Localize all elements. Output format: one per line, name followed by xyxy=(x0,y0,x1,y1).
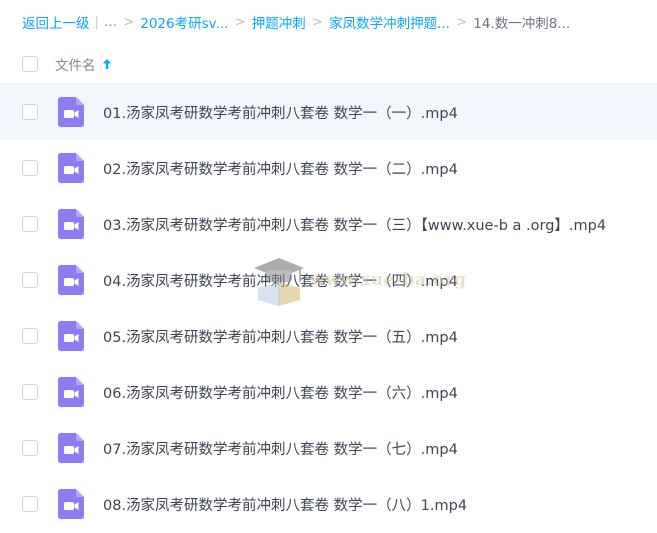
video-file-icon xyxy=(58,489,84,519)
breadcrumb-separator: > xyxy=(455,14,468,30)
row-checkbox[interactable] xyxy=(22,496,38,512)
file-name[interactable]: 07.汤家凤考研数学考前冲刺八套卷 数学一（七）.mp4 xyxy=(103,438,458,459)
breadcrumb-separator: > xyxy=(122,14,135,30)
name-column-header[interactable]: 文件名 xyxy=(55,54,112,74)
row-checkbox[interactable] xyxy=(22,440,38,456)
file-row[interactable]: 03.汤家凤考研数学考前冲刺八套卷 数学一（三）【www.xue-b a .or… xyxy=(0,196,657,252)
row-checkbox[interactable] xyxy=(22,160,38,176)
file-name[interactable]: 04.汤家凤考研数学考前冲刺八套卷 数学一（四）.mp4 xyxy=(103,270,458,291)
breadcrumb-pipe: | xyxy=(94,14,100,30)
file-name[interactable]: 02.汤家凤考研数学考前冲刺八套卷 数学一（二）.mp4 xyxy=(103,158,458,179)
file-name[interactable]: 08.汤家凤考研数学考前冲刺八套卷 数学一（八）1.mp4 xyxy=(103,494,467,515)
video-file-icon xyxy=(58,209,84,239)
file-browser: 返回上一级 | ... > 2026考研sv... > 押题冲刺 > 家凤数学冲… xyxy=(0,0,657,533)
video-file-icon xyxy=(58,153,84,183)
breadcrumb-item-1[interactable]: 2026考研sv... xyxy=(140,12,228,32)
file-row[interactable]: 04.汤家凤考研数学考前冲刺八套卷 数学一（四）.mp4 xyxy=(0,252,657,308)
video-file-icon xyxy=(58,97,84,127)
file-name[interactable]: 03.汤家凤考研数学考前冲刺八套卷 数学一（三）【www.xue-b a .or… xyxy=(103,214,606,235)
breadcrumb-separator: > xyxy=(234,14,246,30)
list-header: 文件名 xyxy=(0,44,657,84)
row-checkbox[interactable] xyxy=(22,272,38,288)
back-link[interactable]: 返回上一级 xyxy=(22,12,90,32)
file-name[interactable]: 05.汤家凤考研数学考前冲刺八套卷 数学一（五）.mp4 xyxy=(103,326,458,347)
file-row[interactable]: 07.汤家凤考研数学考前冲刺八套卷 数学一（七）.mp4 xyxy=(0,420,657,476)
file-row[interactable]: 05.汤家凤考研数学考前冲刺八套卷 数学一（五）.mp4 xyxy=(0,308,657,364)
row-checkbox[interactable] xyxy=(22,104,38,120)
arrow-up-icon xyxy=(102,58,111,69)
video-file-icon xyxy=(58,265,84,295)
name-column-label: 文件名 xyxy=(55,57,96,74)
select-all-checkbox[interactable] xyxy=(22,55,38,72)
file-row[interactable]: 02.汤家凤考研数学考前冲刺八套卷 数学一（二）.mp4 xyxy=(0,140,657,196)
breadcrumb: 返回上一级 | ... > 2026考研sv... > 押题冲刺 > 家凤数学冲… xyxy=(0,0,657,44)
file-name[interactable]: 01.汤家凤考研数学考前冲刺八套卷 数学一（一）.mp4 xyxy=(103,102,458,123)
breadcrumb-current: 14.数一冲刺8... xyxy=(473,16,571,32)
breadcrumb-item-2[interactable]: 押题冲刺 xyxy=(252,12,306,32)
breadcrumb-separator: > xyxy=(311,14,324,30)
row-checkbox[interactable] xyxy=(22,216,38,232)
row-checkbox[interactable] xyxy=(22,328,38,344)
file-row[interactable]: 06.汤家凤考研数学考前冲刺八套卷 数学一（六）.mp4 xyxy=(0,364,657,420)
file-row[interactable]: 01.汤家凤考研数学考前冲刺八套卷 数学一（一）.mp4 xyxy=(0,84,657,140)
file-row[interactable]: 08.汤家凤考研数学考前冲刺八套卷 数学一（八）1.mp4 xyxy=(0,476,657,532)
video-file-icon xyxy=(58,433,84,463)
row-checkbox[interactable] xyxy=(22,384,38,400)
file-name[interactable]: 06.汤家凤考研数学考前冲刺八套卷 数学一（六）.mp4 xyxy=(103,382,458,403)
breadcrumb-collapsed[interactable]: ... xyxy=(104,14,117,30)
breadcrumb-item-3[interactable]: 家凤数学冲刺押题... xyxy=(329,12,450,32)
video-file-icon xyxy=(58,377,84,407)
video-file-icon xyxy=(58,321,84,351)
